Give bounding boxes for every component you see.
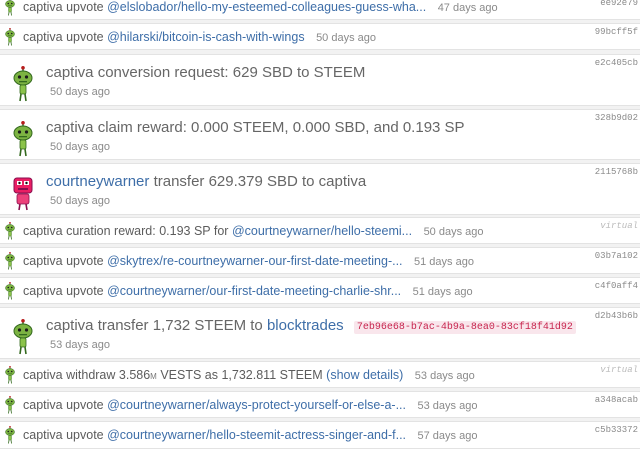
list-item: captiva upvote @courtneywarner/our-first… [0, 277, 640, 304]
timestamp: 53 days ago [414, 369, 475, 382]
timestamp: 47 days ago [437, 2, 498, 14]
virtual-badge: virtual [600, 365, 638, 375]
action-text: upvote [66, 283, 104, 298]
action-text: upvote [66, 0, 104, 14]
txid[interactable]: e2c405cb [595, 58, 638, 68]
username-link[interactable]: courtneywarner [46, 173, 149, 190]
robot-avatar-icon[interactable] [11, 66, 35, 102]
timestamp: 50 days ago [50, 141, 110, 153]
timestamp: 50 days ago [50, 195, 110, 207]
list-item: captiva upvote @elslobador/hello-my-este… [0, 0, 640, 20]
memo-hash: 7eb96e68-b7ac-4b9a-8ea0-83cf18f41d92 [353, 321, 576, 334]
list-item: captiva claim reward: 0.000 STEEM, 0.000… [0, 109, 640, 160]
robot-avatar-icon[interactable] [4, 282, 16, 300]
robot-avatar-icon[interactable] [11, 175, 35, 211]
list-item: captiva curation reward: 0.193 SP for @c… [0, 217, 640, 244]
txid[interactable]: 03b7a102 [595, 251, 638, 261]
timestamp: 50 days ago [50, 86, 110, 98]
list-item: captiva upvote @courtneywarner/hello-ste… [0, 421, 640, 449]
robot-avatar-icon[interactable] [4, 396, 16, 414]
timestamp: 53 days ago [417, 399, 478, 412]
post-link[interactable]: @skytrex/re-courtneywarner-our-first-dat… [107, 254, 402, 268]
txid[interactable]: 2115768b [595, 167, 638, 177]
action-text: curation reward: 0.193 SP for [66, 223, 229, 238]
virtual-badge: virtual [600, 221, 638, 231]
timestamp: 51 days ago [412, 285, 473, 298]
list-item: captiva upvote @hilarski/bitcoin-is-cash… [0, 23, 640, 50]
list-item: captiva conversion request: 629 SBD to S… [0, 54, 640, 106]
post-link[interactable]: @elslobador/hello-my-esteemed-colleagues… [107, 0, 426, 14]
timestamp: 53 days ago [50, 339, 110, 351]
list-item: captiva upvote @courtneywarner/always-pr… [0, 391, 640, 418]
username[interactable]: captiva [23, 428, 63, 442]
operation-text: captiva conversion request: 629 SBD to S… [46, 64, 366, 81]
robot-avatar-icon[interactable] [4, 222, 16, 240]
post-link[interactable]: @courtneywarner/hello-steemi... [232, 224, 412, 238]
username[interactable]: captiva [23, 398, 63, 412]
action-text: withdraw 3.586 [66, 367, 151, 382]
robot-avatar-icon[interactable] [4, 0, 16, 16]
action-text: upvote [66, 428, 104, 442]
txid[interactable]: c4f0aff4 [595, 281, 638, 291]
username[interactable]: captiva [23, 0, 63, 14]
timestamp: 50 days ago [316, 31, 376, 44]
operation-text: captiva transfer 1,732 STEEM to [46, 317, 263, 334]
username[interactable]: captiva [23, 368, 63, 382]
robot-avatar-icon[interactable] [4, 28, 16, 46]
action-text: upvote [66, 253, 104, 268]
txid[interactable]: 99bcff5f [595, 27, 638, 37]
username[interactable]: captiva [23, 284, 63, 298]
timestamp: 51 days ago [414, 255, 474, 268]
robot-avatar-icon[interactable] [4, 426, 16, 444]
action-text-2: VESTS as 1,732.811 STEEM [160, 367, 323, 382]
post-link[interactable]: @hilarski/bitcoin-is-cash-with-wings [107, 30, 304, 44]
action-text: upvote [66, 397, 104, 412]
txid[interactable]: ee92e79 [600, 0, 638, 8]
txid[interactable]: c5b33372 [595, 425, 638, 435]
post-link[interactable]: @courtneywarner/always-protect-yourself-… [107, 398, 406, 412]
username[interactable]: captiva [23, 30, 63, 44]
username[interactable]: captiva [23, 224, 63, 238]
txid[interactable]: a348acab [595, 395, 638, 405]
robot-avatar-icon[interactable] [4, 252, 16, 270]
list-item: captiva withdraw 3.586M VESTS as 1,732.8… [0, 361, 640, 388]
unit-label: M [150, 371, 157, 381]
action-text: upvote [66, 29, 104, 44]
operation-text: captiva claim reward: 0.000 STEEM, 0.000… [46, 119, 465, 136]
operation-text: transfer 629.379 SBD to captiva [153, 173, 367, 190]
list-item: courtneywarner transfer 629.379 SBD to c… [0, 163, 640, 215]
list-item: captiva upvote @skytrex/re-courtneywarne… [0, 247, 640, 274]
txid[interactable]: d2b43b6b [595, 311, 638, 321]
robot-avatar-icon[interactable] [11, 319, 35, 355]
robot-avatar-icon[interactable] [4, 366, 16, 384]
show-details-link[interactable]: (show details) [326, 368, 403, 382]
timestamp: 57 days ago [417, 430, 478, 442]
post-link[interactable]: @courtneywarner/our-first-date-meeting-c… [107, 284, 401, 298]
activity-feed: captiva upvote @elslobador/hello-my-este… [0, 0, 640, 449]
username[interactable]: captiva [23, 254, 63, 268]
recipient-link[interactable]: blocktrades [267, 317, 344, 334]
txid[interactable]: 328b9d02 [595, 113, 638, 123]
post-link[interactable]: @courtneywarner/hello-steemit-actress-si… [107, 428, 406, 442]
list-item: captiva transfer 1,732 STEEM to blocktra… [0, 307, 640, 359]
robot-avatar-icon[interactable] [11, 121, 35, 157]
timestamp: 50 days ago [423, 225, 484, 238]
